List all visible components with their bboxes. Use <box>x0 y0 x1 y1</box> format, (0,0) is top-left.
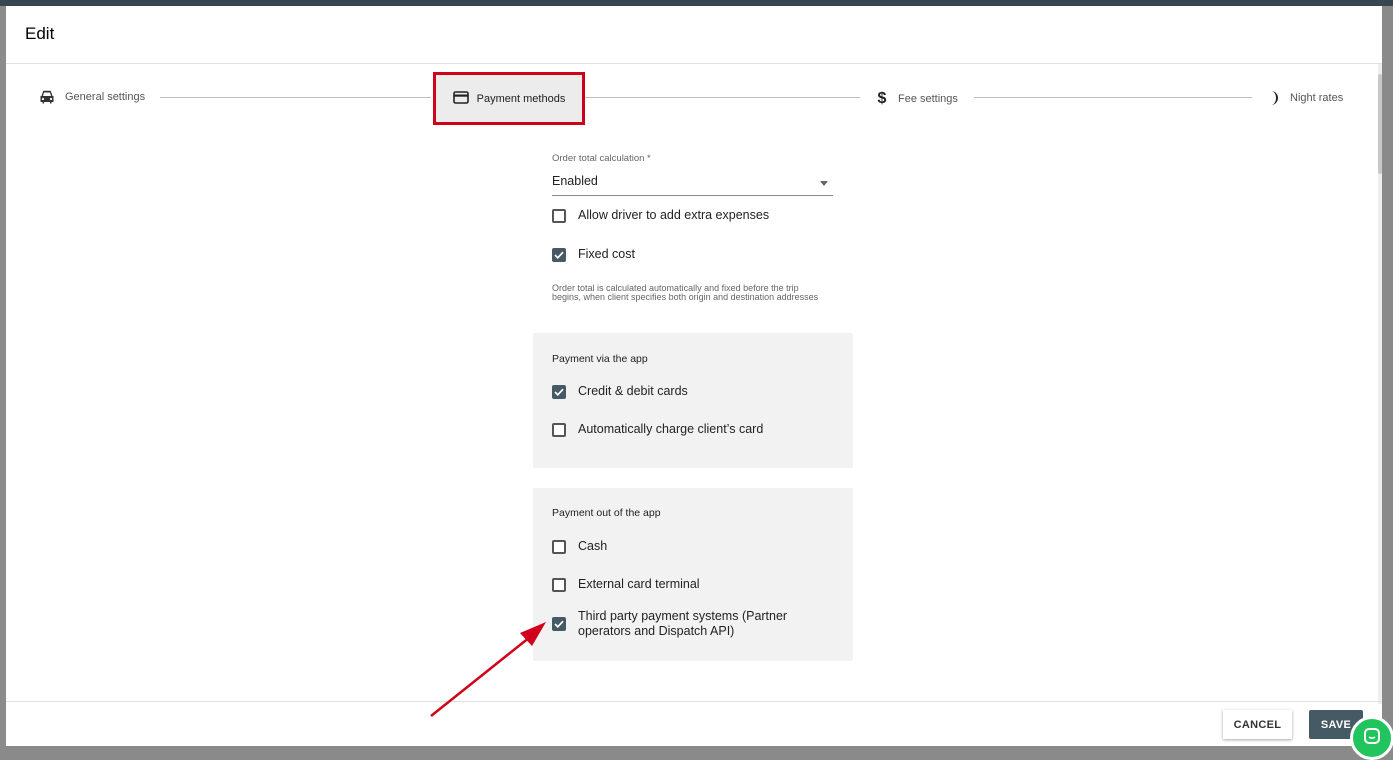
order-total-select[interactable]: Enabled <box>552 170 833 196</box>
step-connector <box>974 97 1252 98</box>
step-label: Payment methods <box>476 92 566 105</box>
step-fee-settings[interactable]: $ Fee settings <box>876 90 958 108</box>
third-party-payment-checkbox[interactable] <box>552 617 566 631</box>
cash-option[interactable]: Cash <box>552 539 608 554</box>
panel-title: Payment via the app <box>552 353 648 365</box>
background-bottom-edge <box>0 746 1393 760</box>
panel-title: Payment out of the app <box>552 507 661 519</box>
chat-widget-button[interactable] <box>1350 716 1393 760</box>
option-label: External card terminal <box>578 577 700 591</box>
third-party-payment-option[interactable]: Third party payment systems (Partner ope… <box>552 609 812 639</box>
moon-icon <box>1268 90 1280 106</box>
fixed-cost-hint: Order total is calculated automatically … <box>552 283 819 302</box>
option-label: Automatically charge client’s card <box>578 422 764 436</box>
auto-charge-card-checkbox[interactable] <box>552 423 566 437</box>
option-label: Allow driver to add extra expenses <box>578 208 770 222</box>
option-label: Credit & debit cards <box>578 384 688 398</box>
payment-via-app-panel: Payment via the app <box>533 333 853 468</box>
option-label: Cash <box>578 539 608 553</box>
step-label: Night rates <box>1290 92 1344 104</box>
credit-debit-cards-checkbox[interactable] <box>552 385 566 399</box>
dollar-icon: $ <box>877 90 887 107</box>
credit-debit-cards-option[interactable]: Credit & debit cards <box>552 384 688 399</box>
step-connector <box>585 97 860 98</box>
auto-charge-card-option[interactable]: Automatically charge client’s card <box>552 422 764 437</box>
car-icon <box>39 90 55 104</box>
allow-extra-expenses-option[interactable]: Allow driver to add extra expenses <box>552 208 770 223</box>
option-label: Third party payment systems (Partner ope… <box>578 609 788 638</box>
checkmark-icon <box>554 620 564 628</box>
step-night-rates[interactable]: Night rates <box>1268 90 1343 106</box>
checkmark-icon <box>554 388 564 396</box>
fixed-cost-checkbox[interactable] <box>552 248 566 262</box>
allow-extra-expenses-checkbox[interactable] <box>552 209 566 223</box>
order-total-label: Order total calculation * <box>552 153 651 164</box>
modal-title: Edit <box>25 24 55 43</box>
footer-divider <box>6 701 1382 702</box>
cash-checkbox[interactable] <box>552 540 566 554</box>
step-payment-methods[interactable]: Payment methods <box>433 72 585 125</box>
scrollbar-thumb[interactable] <box>1378 74 1382 174</box>
order-total-value: Enabled <box>552 174 598 188</box>
chat-icon <box>1362 726 1382 751</box>
cancel-button[interactable]: CANCEL <box>1223 710 1292 739</box>
step-general-settings[interactable]: General settings <box>39 90 145 104</box>
dropdown-caret-icon <box>820 181 828 186</box>
step-connector <box>160 97 431 98</box>
step-label: Fee settings <box>898 93 958 105</box>
external-card-terminal-checkbox[interactable] <box>552 578 566 592</box>
credit-card-icon <box>452 90 469 107</box>
edit-modal: Edit General settings Payment methods $ … <box>6 6 1382 746</box>
background-right-edge <box>1382 6 1393 760</box>
fixed-cost-option[interactable]: Fixed cost <box>552 247 635 262</box>
external-card-terminal-option[interactable]: External card terminal <box>552 577 700 592</box>
option-label: Fixed cost <box>578 247 635 261</box>
header-divider <box>6 63 1382 64</box>
modal-scrollbar[interactable] <box>1378 64 1382 704</box>
step-label: General settings <box>65 91 146 103</box>
checkmark-icon <box>554 251 564 259</box>
